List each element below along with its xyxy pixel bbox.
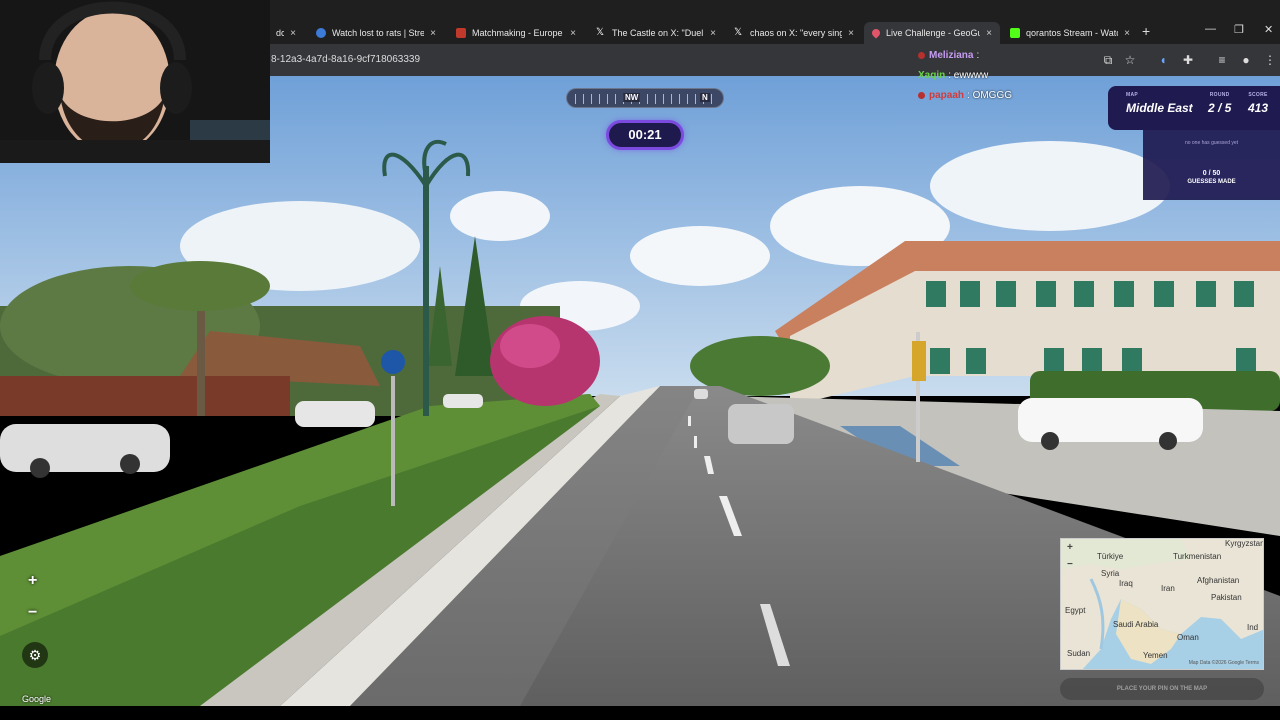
minimap-zoom-in-button[interactable]: + [1067, 542, 1073, 553]
map-label-ind: Ind [1247, 623, 1259, 632]
menu-kebab-icon[interactable]: ⋮ [1262, 52, 1278, 68]
tab-close-icon[interactable]: × [290, 28, 296, 39]
tab-label: dc [276, 28, 285, 38]
zoom-out-button[interactable]: − [28, 604, 37, 622]
tab-label: Watch lost to rats | Stream [332, 28, 425, 38]
tab-close-icon[interactable]: × [1124, 28, 1130, 39]
chat-badge-icon [918, 51, 925, 59]
round-value: 2 / 5 [1208, 101, 1232, 115]
audio-icon[interactable]: ◖ [1155, 52, 1171, 68]
tab-favicon-icon [316, 28, 326, 38]
google-logo: Google [22, 694, 52, 704]
tab-close-icon[interactable]: × [570, 28, 576, 39]
score-label: SCORE [1248, 92, 1268, 98]
guesses-panel: no one has guessed yet 0 / 50 GUESSES MA… [1143, 130, 1280, 200]
chat-text: : [976, 49, 980, 61]
place-pin-button[interactable]: PLACE YOUR PIN ON THE MAP [1060, 678, 1264, 700]
tab-close-icon[interactable]: × [986, 28, 992, 39]
map-label: MAP [1126, 92, 1139, 98]
screen: dc × Watch lost to rats | Stream × Match… [0, 0, 1280, 720]
map-label-kyrgyzstan: Kyrgyzstan [1225, 539, 1264, 548]
tab-label: Matchmaking - Europe Se [472, 28, 564, 38]
webcam-overlay [0, 0, 270, 163]
guess-count: 0 / 50 [1202, 170, 1221, 177]
map-label-syria: Syria [1101, 569, 1120, 578]
map-value: Middle East [1126, 101, 1193, 115]
tab-favicon-icon [456, 28, 466, 38]
tab-label: Live Challenge - GeoGues [886, 28, 981, 38]
chat-message: Xaqin : ewwww [918, 65, 1012, 85]
chat-message: Meliziana : [918, 45, 1012, 65]
reading-list-icon[interactable]: ≡ [1214, 52, 1230, 68]
browser-tab-active[interactable]: Live Challenge - GeoGues × [864, 22, 1000, 44]
chat-badge-icon [918, 91, 925, 99]
round-stat: ROUND 2 / 5 [1208, 92, 1231, 115]
browser-tab[interactable]: 𝕏 chaos on X: "every single × [726, 22, 862, 44]
url-text[interactable]: 8-12a3-4a7d-8a16-9cf718063339 [271, 54, 420, 65]
no-guess-text: no one has guessed yet [1184, 140, 1239, 146]
chat-overlay: Meliziana : Xaqin : ewwww papaah : OMGGG [918, 45, 1012, 105]
compass-n-label: N [700, 93, 710, 102]
chat-text: : OMGGG [967, 89, 1013, 101]
compass-ticks [575, 94, 715, 104]
new-tab-button[interactable]: + [1142, 23, 1150, 39]
guesses-made-label: GUESSES MADE [1187, 179, 1236, 185]
profile-avatar[interactable]: ● [1238, 52, 1254, 68]
map-label-iran: Iran [1161, 584, 1175, 593]
chat-username: Xaqin [918, 69, 946, 81]
browser-tab[interactable]: qorantos Stream - Watch × [1002, 22, 1138, 44]
chat-username: papaah [929, 89, 965, 101]
bottom-bar [0, 706, 1280, 720]
round-timer: 00:21 [606, 120, 684, 150]
game-status-panel: MAP Middle East ROUND 2 / 5 SCORE 413 [1108, 86, 1280, 130]
map-stat: MAP Middle East [1126, 92, 1193, 115]
streamer-webcam-graphic [0, 0, 270, 163]
x-logo-icon: 𝕏 [596, 27, 605, 38]
tab-label: qorantos Stream - Watch [1026, 28, 1119, 38]
tab-close-icon[interactable]: × [710, 28, 716, 39]
browser-tab[interactable]: Watch lost to rats | Stream × [308, 22, 444, 44]
map-label-oman: Oman [1177, 633, 1199, 642]
location-pin-icon [870, 27, 882, 39]
tab-close-icon[interactable]: × [430, 28, 436, 39]
map-label-afghanistan: Afghanistan [1197, 576, 1240, 585]
install-app-icon[interactable]: ⧉ [1100, 52, 1116, 68]
tab-label: The Castle on X: "Duel Liv [612, 28, 704, 38]
chat-text: : ewwww [948, 69, 989, 81]
browser-tab[interactable]: dc × [268, 22, 304, 44]
tab-close-icon[interactable]: × [848, 28, 854, 39]
zoom-in-button[interactable]: + [28, 572, 37, 590]
guess-minimap[interactable]: + − Türkiye Turkmenistan Kyrgyzstan Syri… [1060, 538, 1264, 670]
map-label-pakistan: Pakistan [1211, 593, 1242, 602]
map-label-turkmenistan: Turkmenistan [1173, 552, 1222, 561]
map-label-egypt: Egypt [1065, 606, 1086, 615]
chat-message: papaah : OMGGG [918, 85, 1012, 105]
kick-logo-icon [1010, 28, 1020, 38]
bookmark-star-icon[interactable]: ☆ [1122, 52, 1138, 68]
restore-button[interactable]: ❐ [1234, 23, 1244, 36]
close-window-button[interactable]: ✕ [1264, 23, 1273, 36]
minimize-button[interactable]: — [1205, 23, 1216, 35]
map-label-yemen: Yemen [1143, 651, 1168, 660]
score-value: 413 [1248, 101, 1269, 115]
chat-username: Meliziana [929, 49, 974, 61]
settings-gear-icon[interactable]: ⚙ [22, 642, 48, 668]
browser-tab[interactable]: Matchmaking - Europe Se × [448, 22, 584, 44]
map-label-saudi-arabia: Saudi Arabia [1113, 620, 1159, 629]
minimap-attribution: Map Data ©2026 Google Terms [1188, 660, 1259, 666]
score-stat: SCORE 413 [1248, 92, 1268, 115]
tab-label: chaos on X: "every single [750, 28, 843, 38]
map-label-iraq: Iraq [1119, 579, 1133, 588]
compass: NW N [566, 88, 724, 108]
minimap-zoom-out-button[interactable]: − [1067, 559, 1073, 570]
map-label-turkiye: Türkiye [1097, 552, 1124, 561]
map-label-sudan: Sudan [1067, 649, 1091, 658]
browser-tab[interactable]: 𝕏 The Castle on X: "Duel Liv × [588, 22, 724, 44]
x-logo-icon: 𝕏 [734, 27, 743, 38]
extensions-icon[interactable]: ✚ [1180, 52, 1196, 68]
round-label: ROUND [1209, 92, 1230, 98]
compass-nw-label: NW [623, 93, 641, 102]
